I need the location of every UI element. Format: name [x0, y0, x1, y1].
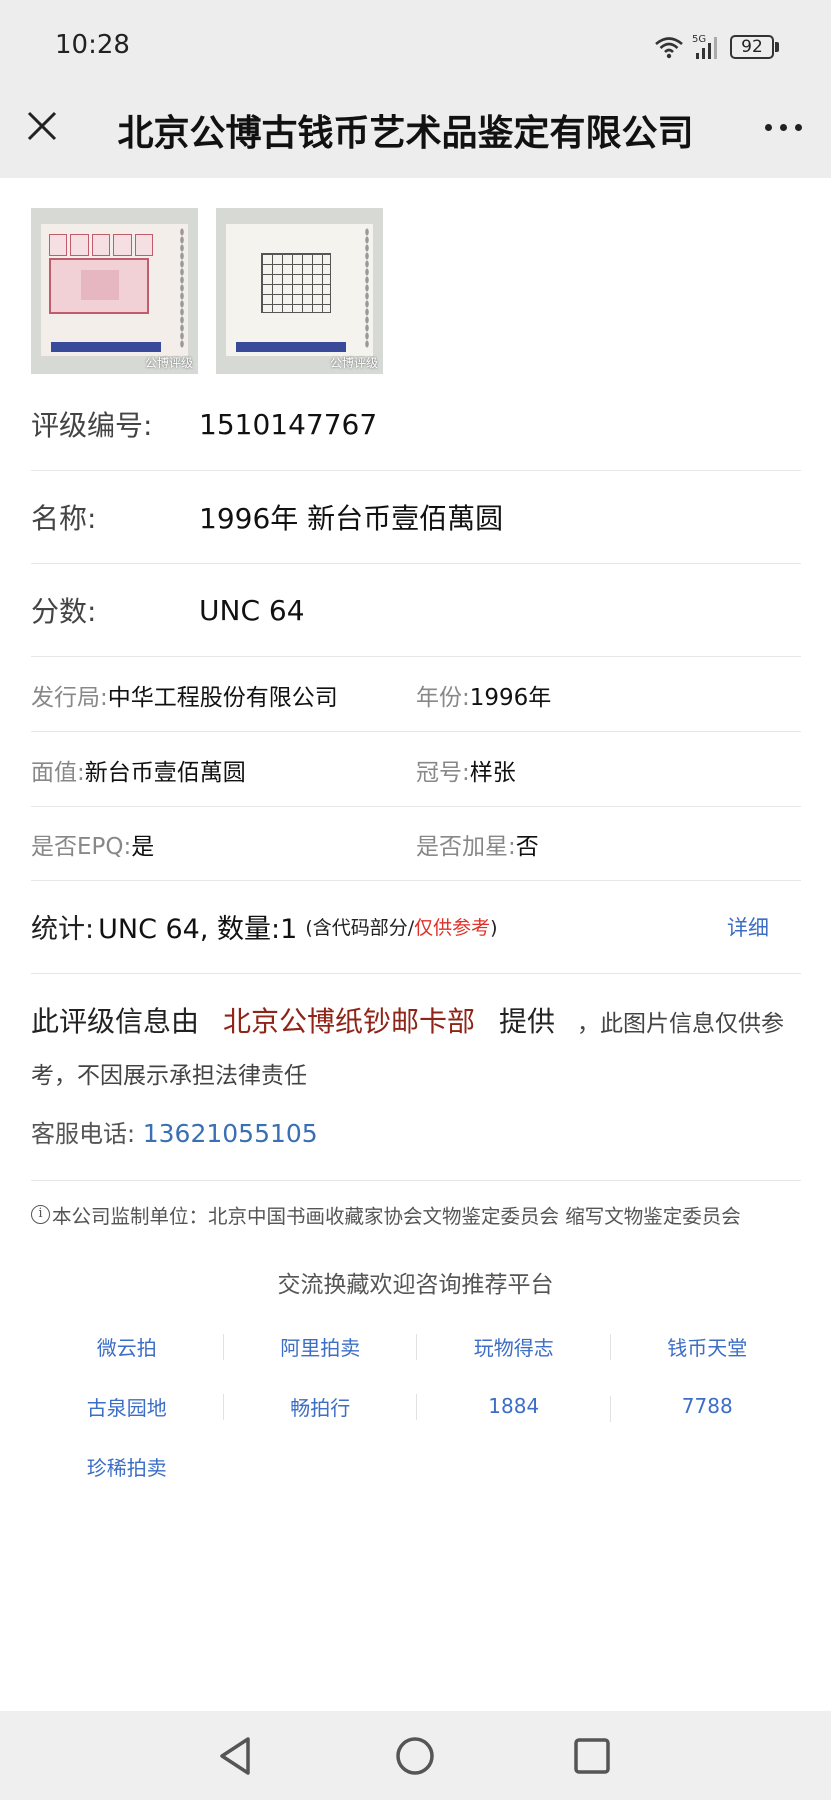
page-title: 北京公博古钱币艺术品鉴定有限公司 — [117, 113, 694, 154]
statistics-row: 统计: UNC 64, 数量:1 (含代码部分/仅供参考) 详细 — [31, 880, 801, 974]
score-label: 分数: — [31, 595, 97, 628]
reference-only-note: 仅供参考 — [414, 917, 491, 939]
platform-link-zhenxi-auction[interactable]: 珍稀拍卖 — [30, 1452, 224, 1481]
battery-level: 92 — [730, 35, 774, 59]
epq-label: 是否EPQ: — [31, 833, 132, 860]
score-row: 分数: UNC 64 — [31, 564, 801, 657]
top-header: 10:28 5G 92 北京公博古钱币艺术品鉴定有限公司 — [0, 0, 831, 178]
denomination-label: 面值: — [31, 759, 85, 786]
customer-service-line: 客服电话: 13621055105 — [31, 1114, 318, 1149]
name-row: 名称: 1996年 新台币壹佰萬圆 — [31, 471, 801, 564]
platform-link-changpaihang[interactable]: 畅拍行 — [224, 1392, 418, 1421]
statistics-note: (含代码部分/仅供参考) — [305, 917, 498, 939]
back-icon[interactable] — [214, 1733, 260, 1779]
score-value: UNC 64 — [199, 593, 305, 627]
thumbnail-watermark: 公博评级 — [329, 356, 378, 370]
issuer-label: 发行局: — [31, 684, 108, 711]
platforms-title: 交流换藏欢迎咨询推荐平台 — [277, 1272, 554, 1298]
provider-statement: 此评级信息由 北京公博纸钞邮卡部 提供 ，此图片信息仅供参考，不因展示承担法律责任 — [31, 996, 801, 1102]
name-label: 名称: — [31, 502, 97, 535]
more-icon[interactable] — [753, 112, 813, 142]
close-icon[interactable] — [20, 104, 64, 148]
serial-label: 冠号: — [416, 759, 470, 786]
year-label: 年份: — [416, 684, 470, 711]
divider — [31, 1180, 801, 1181]
platform-link-7788[interactable]: 7788 — [611, 1394, 805, 1418]
grade-number-label: 评级编号: — [31, 409, 153, 442]
back-image-thumbnail[interactable]: 公博评级 — [216, 208, 383, 374]
recents-icon[interactable] — [569, 1733, 615, 1779]
provider-provided: 提供 — [499, 1005, 556, 1038]
denomination-serial-row: 面值: 新台币壹佰萬圆 冠号: 样张 — [31, 732, 801, 807]
platforms-grid: 微云拍 阿里拍卖 玩物得志 钱币天堂 古泉园地 畅拍行 1884 7788 珍稀… — [30, 1316, 804, 1496]
provider-prefix: 此评级信息由 — [31, 1005, 200, 1038]
platform-link-weiyunpai[interactable]: 微云拍 — [30, 1332, 224, 1361]
platform-link-guquan-yuandi[interactable]: 古泉园地 — [30, 1392, 224, 1421]
serial-value: 样张 — [469, 759, 516, 786]
detail-link[interactable]: 详细 — [727, 912, 769, 942]
grade-number-value: 1510147767 — [199, 407, 378, 441]
network-type-label: 5G — [692, 34, 706, 45]
phone-label: 客服电话: — [31, 1120, 136, 1148]
platform-link-ali-auction[interactable]: 阿里拍卖 — [224, 1332, 418, 1361]
statistics-value: UNC 64, 数量:1 — [98, 914, 298, 945]
wifi-icon — [655, 37, 683, 59]
status-icons: 5G 92 — [654, 30, 779, 64]
thumbnail-watermark: 公博评级 — [144, 356, 193, 370]
system-nav-bar — [0, 1711, 831, 1800]
issuer-value: 中华工程股份有限公司 — [107, 684, 338, 711]
star-value: 否 — [515, 833, 539, 860]
supervision-note: i 本公司监制单位：北京中国书画收藏家协会文物鉴定委员会 缩写文物鉴定委员会 — [31, 1200, 821, 1229]
front-image-thumbnail[interactable]: 公博评级 — [31, 208, 198, 374]
platform-link-wanwudezhi[interactable]: 玩物得志 — [417, 1332, 611, 1361]
statistics-label: 统计: — [31, 914, 95, 945]
grade-number-row: 评级编号: 1510147767 — [31, 378, 801, 471]
status-time: 10:28 — [55, 30, 130, 60]
year-value: 1996年 — [469, 684, 552, 711]
provider-name: 北京公博纸钞邮卡部 — [223, 1005, 476, 1038]
denomination-value: 新台币壹佰萬圆 — [84, 759, 246, 786]
phone-number-link[interactable]: 13621055105 — [143, 1119, 318, 1148]
thumbnail-gallery: 公博评级 公博评级 — [31, 208, 383, 374]
epq-value: 是 — [131, 833, 155, 860]
name-value: 1996年 新台币壹佰萬圆 — [199, 502, 504, 535]
supervision-text: 本公司监制单位：北京中国书画收藏家协会文物鉴定委员会 缩写文物鉴定委员会 — [52, 1205, 741, 1228]
issuer-year-row: 发行局: 中华工程股份有限公司 年份: 1996年 — [31, 657, 801, 732]
star-label: 是否加星: — [416, 833, 516, 860]
cellular-signal-icon: 5G — [692, 34, 717, 59]
home-icon[interactable] — [392, 1733, 438, 1779]
platform-link-qianbi-tiantang[interactable]: 钱币天堂 — [611, 1332, 805, 1361]
battery-icon: 92 — [730, 35, 779, 59]
epq-star-row: 是否EPQ: 是 是否加星: 否 — [31, 806, 801, 881]
info-icon: i — [31, 1205, 50, 1224]
platform-link-1884[interactable]: 1884 — [417, 1394, 611, 1422]
